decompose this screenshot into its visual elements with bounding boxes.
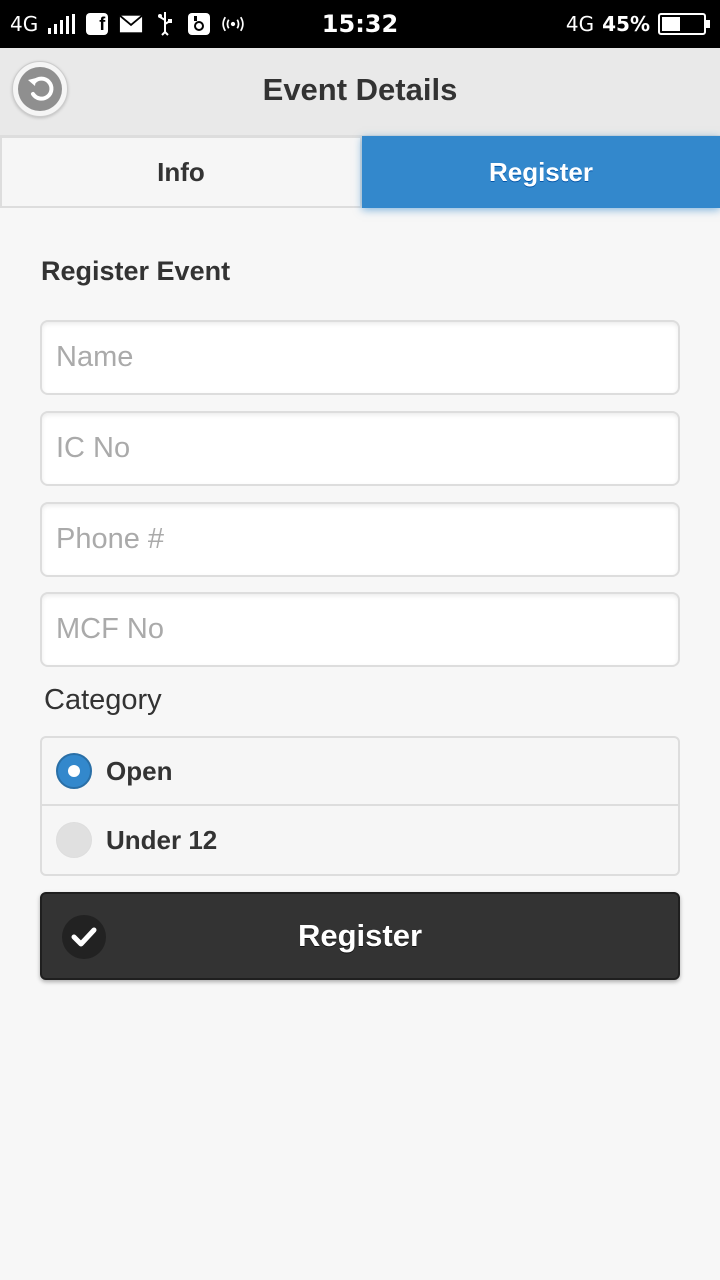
name-input[interactable] [42, 322, 678, 393]
app-header: Event Details [0, 48, 720, 136]
status-bar: 4G f 15:32 4G 45% [0, 0, 720, 48]
mcf-no-input[interactable] [42, 594, 678, 665]
status-bar-right: 4G 45% [565, 10, 710, 38]
settings-app-icon [187, 12, 211, 36]
network-type-left: 4G [10, 12, 39, 36]
battery-icon [658, 13, 710, 35]
name-field [40, 320, 680, 395]
category-label: Category [44, 684, 162, 716]
back-arrow-icon [18, 67, 62, 111]
hotspot-icon [221, 12, 245, 36]
usb-icon [153, 12, 177, 36]
form-title: Register Event [41, 256, 231, 286]
facebook-icon: f [85, 12, 109, 36]
radio-label-open: Open [106, 755, 173, 786]
network-type-right: 4G [565, 12, 595, 36]
mail-icon [119, 12, 143, 36]
battery-percent: 45% [602, 12, 650, 36]
status-bar-left: 4G f [10, 10, 245, 38]
phone-input[interactable] [42, 504, 678, 575]
battery-level-fill [662, 17, 680, 31]
register-button-label: Register [297, 918, 423, 953]
ic-no-field [40, 411, 680, 486]
ic-no-input[interactable] [42, 413, 678, 484]
category-radio-group: Open Under 12 [40, 736, 680, 876]
check-icon [62, 915, 106, 959]
tab-bar: Info Register [0, 136, 720, 208]
radio-selected-icon [56, 753, 92, 789]
radio-option-under-12[interactable]: Under 12 [42, 806, 678, 874]
signal-icon [48, 14, 76, 34]
phone-field [40, 502, 680, 577]
tab-info[interactable]: Info [0, 136, 362, 208]
mcf-no-field [40, 592, 680, 667]
radio-unselected-icon [56, 822, 92, 858]
radio-option-open[interactable]: Open [42, 738, 678, 806]
page-title: Event Details [262, 72, 458, 107]
back-button[interactable] [12, 61, 68, 117]
register-button[interactable]: Register [40, 892, 680, 980]
tab-register[interactable]: Register [362, 136, 720, 208]
radio-label-under-12: Under 12 [106, 824, 218, 855]
